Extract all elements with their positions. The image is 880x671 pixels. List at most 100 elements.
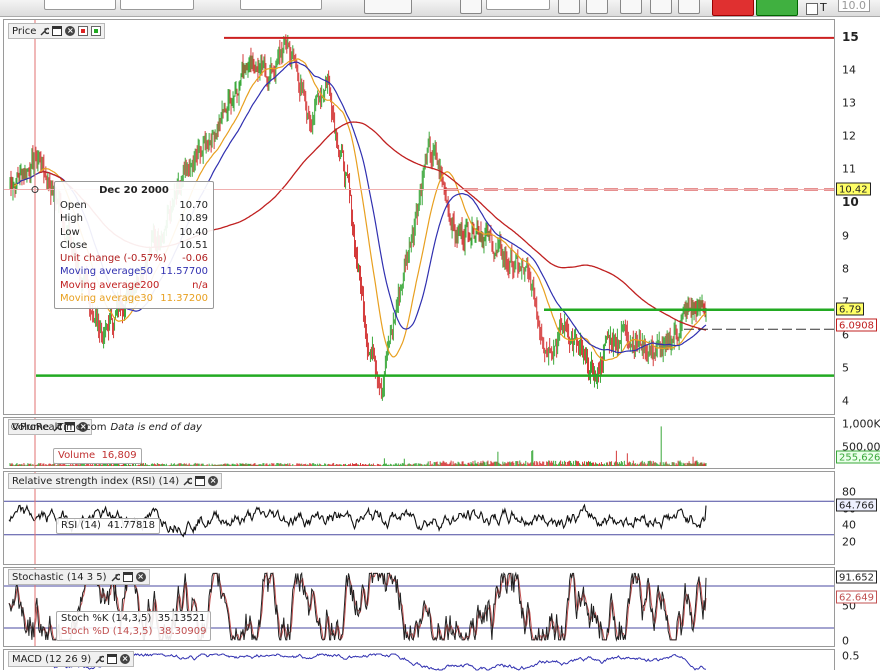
stoch-tick: 0 <box>842 634 849 648</box>
price-tick: 12 <box>842 129 856 143</box>
tooltip-row-value: 11.37200 <box>160 293 208 305</box>
stochastic-panel: Stochastic (14 3 5) × Stoch %K (14,3,5) … <box>3 567 835 647</box>
sell-limit-icon[interactable] <box>650 0 672 14</box>
rsi-axis: 8060402064.766 <box>836 471 880 565</box>
rsi-last-tag: 64.766 <box>836 498 877 512</box>
price-tick: 10 <box>842 195 859 210</box>
volume-axis: 1,000K500,000255,626 <box>836 417 880 469</box>
macd-panel-header: MACD (12 26 9) × <box>8 651 135 667</box>
stochastic-legend: Stoch %K (14,3,5) 35.13521 Stoch %D (14,… <box>56 611 212 641</box>
buy-arrow-icon[interactable] <box>558 0 580 14</box>
tooltip-row-value: 10.51 <box>179 239 208 251</box>
price-panel-header: Price × <box>8 23 106 39</box>
tooltip-row: Moving average30 11.37200 <box>55 292 213 305</box>
wrench-icon[interactable] <box>39 26 52 36</box>
credit-text: ©ProRealTime.com Data is end of day <box>10 422 202 433</box>
rsi-legend: RSI (14) 41.77818 <box>56 518 161 534</box>
volume-legend: Volume 16,809 <box>53 448 142 464</box>
tooltip-row: High 10.89 <box>55 212 213 225</box>
close-icon[interactable]: × <box>208 476 219 486</box>
toolbar-checkbox[interactable] <box>806 3 818 15</box>
stoch-k-legend: Stoch %K (14,3,5) 35.13521 <box>61 612 206 625</box>
tooltip-row-value: 10.89 <box>179 213 208 225</box>
sell-button[interactable] <box>712 0 754 16</box>
crosshair-price-tag: 10.42 <box>836 182 871 196</box>
toolbar-dropdown-3[interactable] <box>240 0 322 10</box>
tooltip-row-label: Close <box>60 239 88 251</box>
tooltip-row-value: -0.06 <box>182 253 208 265</box>
stoch-d-value: 38.30909 <box>158 626 207 637</box>
sell-stop-icon[interactable] <box>678 0 700 14</box>
volume-legend-value: 16,809 <box>101 450 137 461</box>
rsi-tick: 20 <box>842 535 856 549</box>
toolbar-dropdown-2[interactable] <box>120 0 194 10</box>
chart-type-icon[interactable] <box>364 0 412 14</box>
stoch-k-tag: 91.652 <box>836 570 877 584</box>
rsi-panel-header: Relative strength index (RSI) (14) × <box>8 473 223 489</box>
rsi-legend-label: RSI (14) <box>61 520 101 531</box>
rsi-tick: 40 <box>842 518 856 532</box>
tooltip-row-value: 10.70 <box>179 200 208 211</box>
close-icon[interactable]: × <box>120 654 131 664</box>
price-tick: 13 <box>842 96 856 110</box>
wrench-icon[interactable] <box>110 572 122 582</box>
price-tick: 11 <box>842 162 856 176</box>
tooltip-row-label: Open <box>60 200 87 211</box>
toolbar-dropdown-1[interactable] <box>44 0 116 10</box>
stoch-k-label: Stoch %K (14,3,5) <box>61 613 152 624</box>
tooltip-row-label: Unit change (-0.57%) <box>60 253 167 265</box>
stoch-d-tag: 62.649 <box>836 590 877 604</box>
price-tick: 5 <box>842 361 849 375</box>
ma-price-tag: 6.0908 <box>836 318 877 332</box>
tooltip-date: Dec 20 2000 <box>99 185 169 196</box>
price-axis: 45678910111213141510.426.796.0908 <box>836 19 880 415</box>
tooltip-row: Low 10.40 <box>55 226 213 239</box>
rsi-panel-title: Relative strength index (RSI) (14) <box>12 475 180 487</box>
window-icon[interactable] <box>107 654 118 664</box>
pencil-icon[interactable] <box>460 0 482 14</box>
tooltip-row: Close 10.51 <box>55 239 213 252</box>
quantity-input[interactable] <box>486 0 550 10</box>
rsi-legend-value: 41.77818 <box>107 520 156 531</box>
green-indicator-icon[interactable] <box>91 26 102 36</box>
tooltip-row: Open 10.70 <box>55 199 213 212</box>
tooltip-row-label: High <box>60 213 83 225</box>
volume-last-tag: 255,626 <box>836 450 880 464</box>
buy-limit-icon[interactable] <box>586 0 608 14</box>
price-tick: 14 <box>842 63 856 77</box>
price-panel-title: Price <box>12 25 37 37</box>
price-tick: 9 <box>842 229 849 243</box>
stochastic-panel-header: Stochastic (14 3 5) × <box>8 569 150 585</box>
window-icon[interactable] <box>122 572 133 582</box>
window-icon[interactable] <box>195 476 206 486</box>
stoch-k-value: 35.13521 <box>157 613 206 624</box>
tooltip-row: Unit change (-0.57%) -0.06 <box>55 252 213 265</box>
macd-panel: MACD (12 26 9) × <box>3 649 835 671</box>
macd-tick: 0.5 <box>842 649 860 663</box>
buy-button[interactable] <box>756 0 798 16</box>
last-price-tag: 6.79 <box>836 302 865 316</box>
toolbar-value-field[interactable]: 10.0 <box>838 0 870 12</box>
macd-panel-title: MACD (12 26 9) <box>12 653 92 665</box>
macd-axis: 0.5 <box>836 649 880 670</box>
stoch-d-label: Stoch %D (14,3,5) <box>61 626 153 637</box>
rsi-panel: Relative strength index (RSI) (14) × RSI… <box>3 471 835 565</box>
close-icon[interactable]: × <box>65 26 76 36</box>
tooltip-rows: Open 10.70 High 10.89 Low 10.40 Close 10.51 Unit… <box>55 199 213 305</box>
tooltip-row-label: Low <box>60 226 80 238</box>
price-tick: 15 <box>842 29 859 44</box>
tooltip-row-label: Moving average200 <box>60 279 160 291</box>
top-toolbar: T 10.0 <box>0 0 880 17</box>
credit-note: Data is end of day <box>110 422 202 433</box>
credit-brand: ©ProRealTime.com <box>10 422 107 433</box>
window-icon[interactable] <box>52 26 63 36</box>
tooltip-row-label: Moving average50 <box>60 266 153 278</box>
toolbar-t-label: T <box>820 1 827 14</box>
volume-tick: 1,000K <box>842 417 880 431</box>
wrench-icon[interactable] <box>94 654 106 664</box>
red-indicator-icon[interactable] <box>78 26 89 36</box>
close-icon[interactable]: × <box>135 572 146 582</box>
price-tick: 4 <box>842 394 849 408</box>
wrench-icon[interactable] <box>182 476 194 486</box>
sell-arrow-icon[interactable] <box>620 0 642 14</box>
